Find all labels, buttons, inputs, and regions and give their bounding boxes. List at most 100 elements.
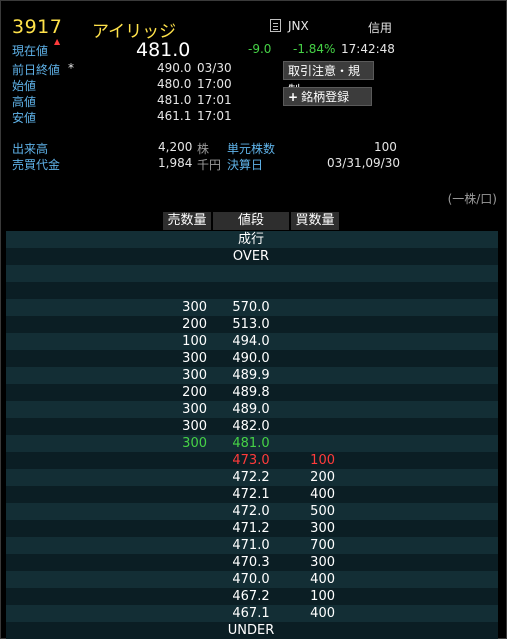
price-cell[interactable]: 470.0 — [213, 571, 289, 588]
board-row[interactable]: UNDER — [6, 622, 498, 639]
price-cell[interactable]: 470.3 — [213, 554, 289, 571]
buy-qty-cell[interactable]: 700 — [291, 537, 335, 554]
current-price-label: 現在値 — [12, 44, 49, 58]
price-cell[interactable]: 489.0 — [213, 401, 289, 418]
price-cell[interactable]: 482.0 — [213, 418, 289, 435]
high-label: 高値 — [12, 95, 37, 109]
board-row[interactable] — [6, 282, 498, 299]
sell-qty-cell[interactable]: 300 — [163, 367, 207, 384]
price-cell[interactable]: 467.2 — [213, 588, 289, 605]
current-price: 481.0 — [136, 39, 191, 61]
buy-qty-cell[interactable]: 100 — [291, 452, 335, 469]
board-row[interactable]: 471.0 700 — [6, 537, 498, 554]
add-to-watchlist-button[interactable]: + 銘柄登録 — [283, 87, 372, 106]
price-cell[interactable]: 472.2 — [213, 469, 289, 486]
sell-qty-cell[interactable]: 200 — [163, 384, 207, 401]
board-row[interactable]: 472.0 500 — [6, 503, 498, 520]
buy-qty-cell[interactable]: 400 — [291, 605, 335, 622]
board-row[interactable]: 300 489.9 — [6, 367, 498, 384]
board-row[interactable]: 300 481.0 — [6, 435, 498, 452]
board-row[interactable]: 300 489.0 — [6, 401, 498, 418]
board-row[interactable]: OVER — [6, 248, 498, 265]
board-row[interactable]: 470.0 400 — [6, 571, 498, 588]
board-row[interactable] — [6, 265, 498, 282]
plus-icon: + — [288, 90, 299, 104]
add-to-watchlist-label: 銘柄登録 — [301, 90, 350, 104]
unit-note: (一株/口) — [447, 192, 497, 206]
prev-close-label: 前日終値 — [12, 63, 61, 77]
price-change-percent: -1.84% — [293, 42, 336, 56]
price-cell[interactable]: 513.0 — [213, 316, 289, 333]
price-cell[interactable]: UNDER — [213, 622, 289, 639]
open-value: 480.0 — [157, 77, 192, 91]
sell-qty-cell[interactable]: 300 — [163, 401, 207, 418]
settlement-value: 03/31,09/30 — [327, 156, 400, 170]
board-row[interactable]: 472.1 400 — [6, 486, 498, 503]
price-cell[interactable]: 570.0 — [213, 299, 289, 316]
board-row[interactable]: 467.2 100 — [6, 588, 498, 605]
high-time: 17:01 — [197, 93, 232, 107]
buy-qty-cell[interactable]: 500 — [291, 503, 335, 520]
volume-unit: 株 — [197, 142, 210, 156]
stock-code: 3917 — [12, 16, 63, 38]
price-change: -9.0 — [248, 42, 272, 56]
board-row[interactable]: 300 482.0 — [6, 418, 498, 435]
prev-close-mark: * — [68, 61, 74, 75]
price-cell[interactable]: 467.1 — [213, 605, 289, 622]
open-time: 17:00 — [197, 77, 232, 91]
board-row[interactable]: 471.2 300 — [6, 520, 498, 537]
board-row[interactable]: 467.1 400 — [6, 605, 498, 622]
trade-regulation-button[interactable]: 取引注意・規制 — [283, 61, 374, 97]
buy-qty-cell[interactable]: 400 — [291, 486, 335, 503]
price-cell[interactable]: 成行 — [213, 231, 289, 248]
sell-qty-cell[interactable]: 100 — [163, 333, 207, 350]
price-cell[interactable]: 489.9 — [213, 367, 289, 384]
turnover-label: 売買代金 — [12, 158, 61, 172]
price-header[interactable]: 値段 — [213, 212, 289, 230]
buy-qty-cell[interactable]: 100 — [291, 588, 335, 605]
board-row[interactable]: 300 490.0 — [6, 350, 498, 367]
document-icon[interactable] — [270, 19, 281, 32]
price-cell[interactable]: OVER — [213, 248, 289, 265]
price-cell[interactable]: 472.1 — [213, 486, 289, 503]
sell-qty-cell[interactable]: 300 — [163, 435, 207, 452]
price-cell[interactable]: 494.0 — [213, 333, 289, 350]
price-cell[interactable]: 489.8 — [213, 384, 289, 401]
board-row[interactable]: 200 489.8 — [6, 384, 498, 401]
sell-qty-header[interactable]: 売数量 — [163, 212, 211, 230]
order-board: 売数量 値段 買数量 成行 OVER 300 570.0 200 513.0 100 494.… — [6, 211, 498, 639]
buy-qty-cell[interactable]: 300 — [291, 520, 335, 537]
sell-qty-cell[interactable]: 300 — [163, 418, 207, 435]
price-cell[interactable]: 472.0 — [213, 503, 289, 520]
board-row[interactable]: 200 513.0 — [6, 316, 498, 333]
buy-qty-header[interactable]: 買数量 — [291, 212, 339, 230]
sell-qty-cell[interactable]: 200 — [163, 316, 207, 333]
prev-close-date: 03/30 — [197, 61, 232, 75]
board-row[interactable]: 472.2 200 — [6, 469, 498, 486]
sell-qty-cell[interactable]: 300 — [163, 299, 207, 316]
price-cell[interactable]: 481.0 — [213, 435, 289, 452]
current-price-time: 17:42:48 — [341, 42, 395, 56]
market-label: JNX — [288, 19, 309, 33]
price-cell[interactable]: 471.0 — [213, 537, 289, 554]
board-row[interactable]: 成行 — [6, 231, 498, 248]
turnover-value: 1,984 — [158, 156, 193, 170]
price-cell[interactable]: 490.0 — [213, 350, 289, 367]
volume-label: 出来高 — [12, 142, 49, 156]
buy-qty-cell[interactable]: 400 — [291, 571, 335, 588]
high-value: 481.0 — [157, 93, 192, 107]
volume-value: 4,200 — [158, 140, 193, 154]
turnover-unit: 千円 — [197, 158, 222, 172]
price-cell[interactable]: 473.0 — [213, 452, 289, 469]
board-row[interactable]: 100 494.0 — [6, 333, 498, 350]
board-row[interactable]: 300 570.0 — [6, 299, 498, 316]
board-header: 売数量 値段 買数量 — [6, 211, 498, 231]
open-label: 始値 — [12, 79, 37, 93]
board-row[interactable]: 470.3 300 — [6, 554, 498, 571]
sell-qty-cell[interactable]: 300 — [163, 350, 207, 367]
buy-qty-cell[interactable]: 200 — [291, 469, 335, 486]
board-row[interactable]: 473.0 100 — [6, 452, 498, 469]
price-cell[interactable]: 471.2 — [213, 520, 289, 537]
buy-qty-cell[interactable]: 300 — [291, 554, 335, 571]
low-time: 17:01 — [197, 109, 232, 123]
